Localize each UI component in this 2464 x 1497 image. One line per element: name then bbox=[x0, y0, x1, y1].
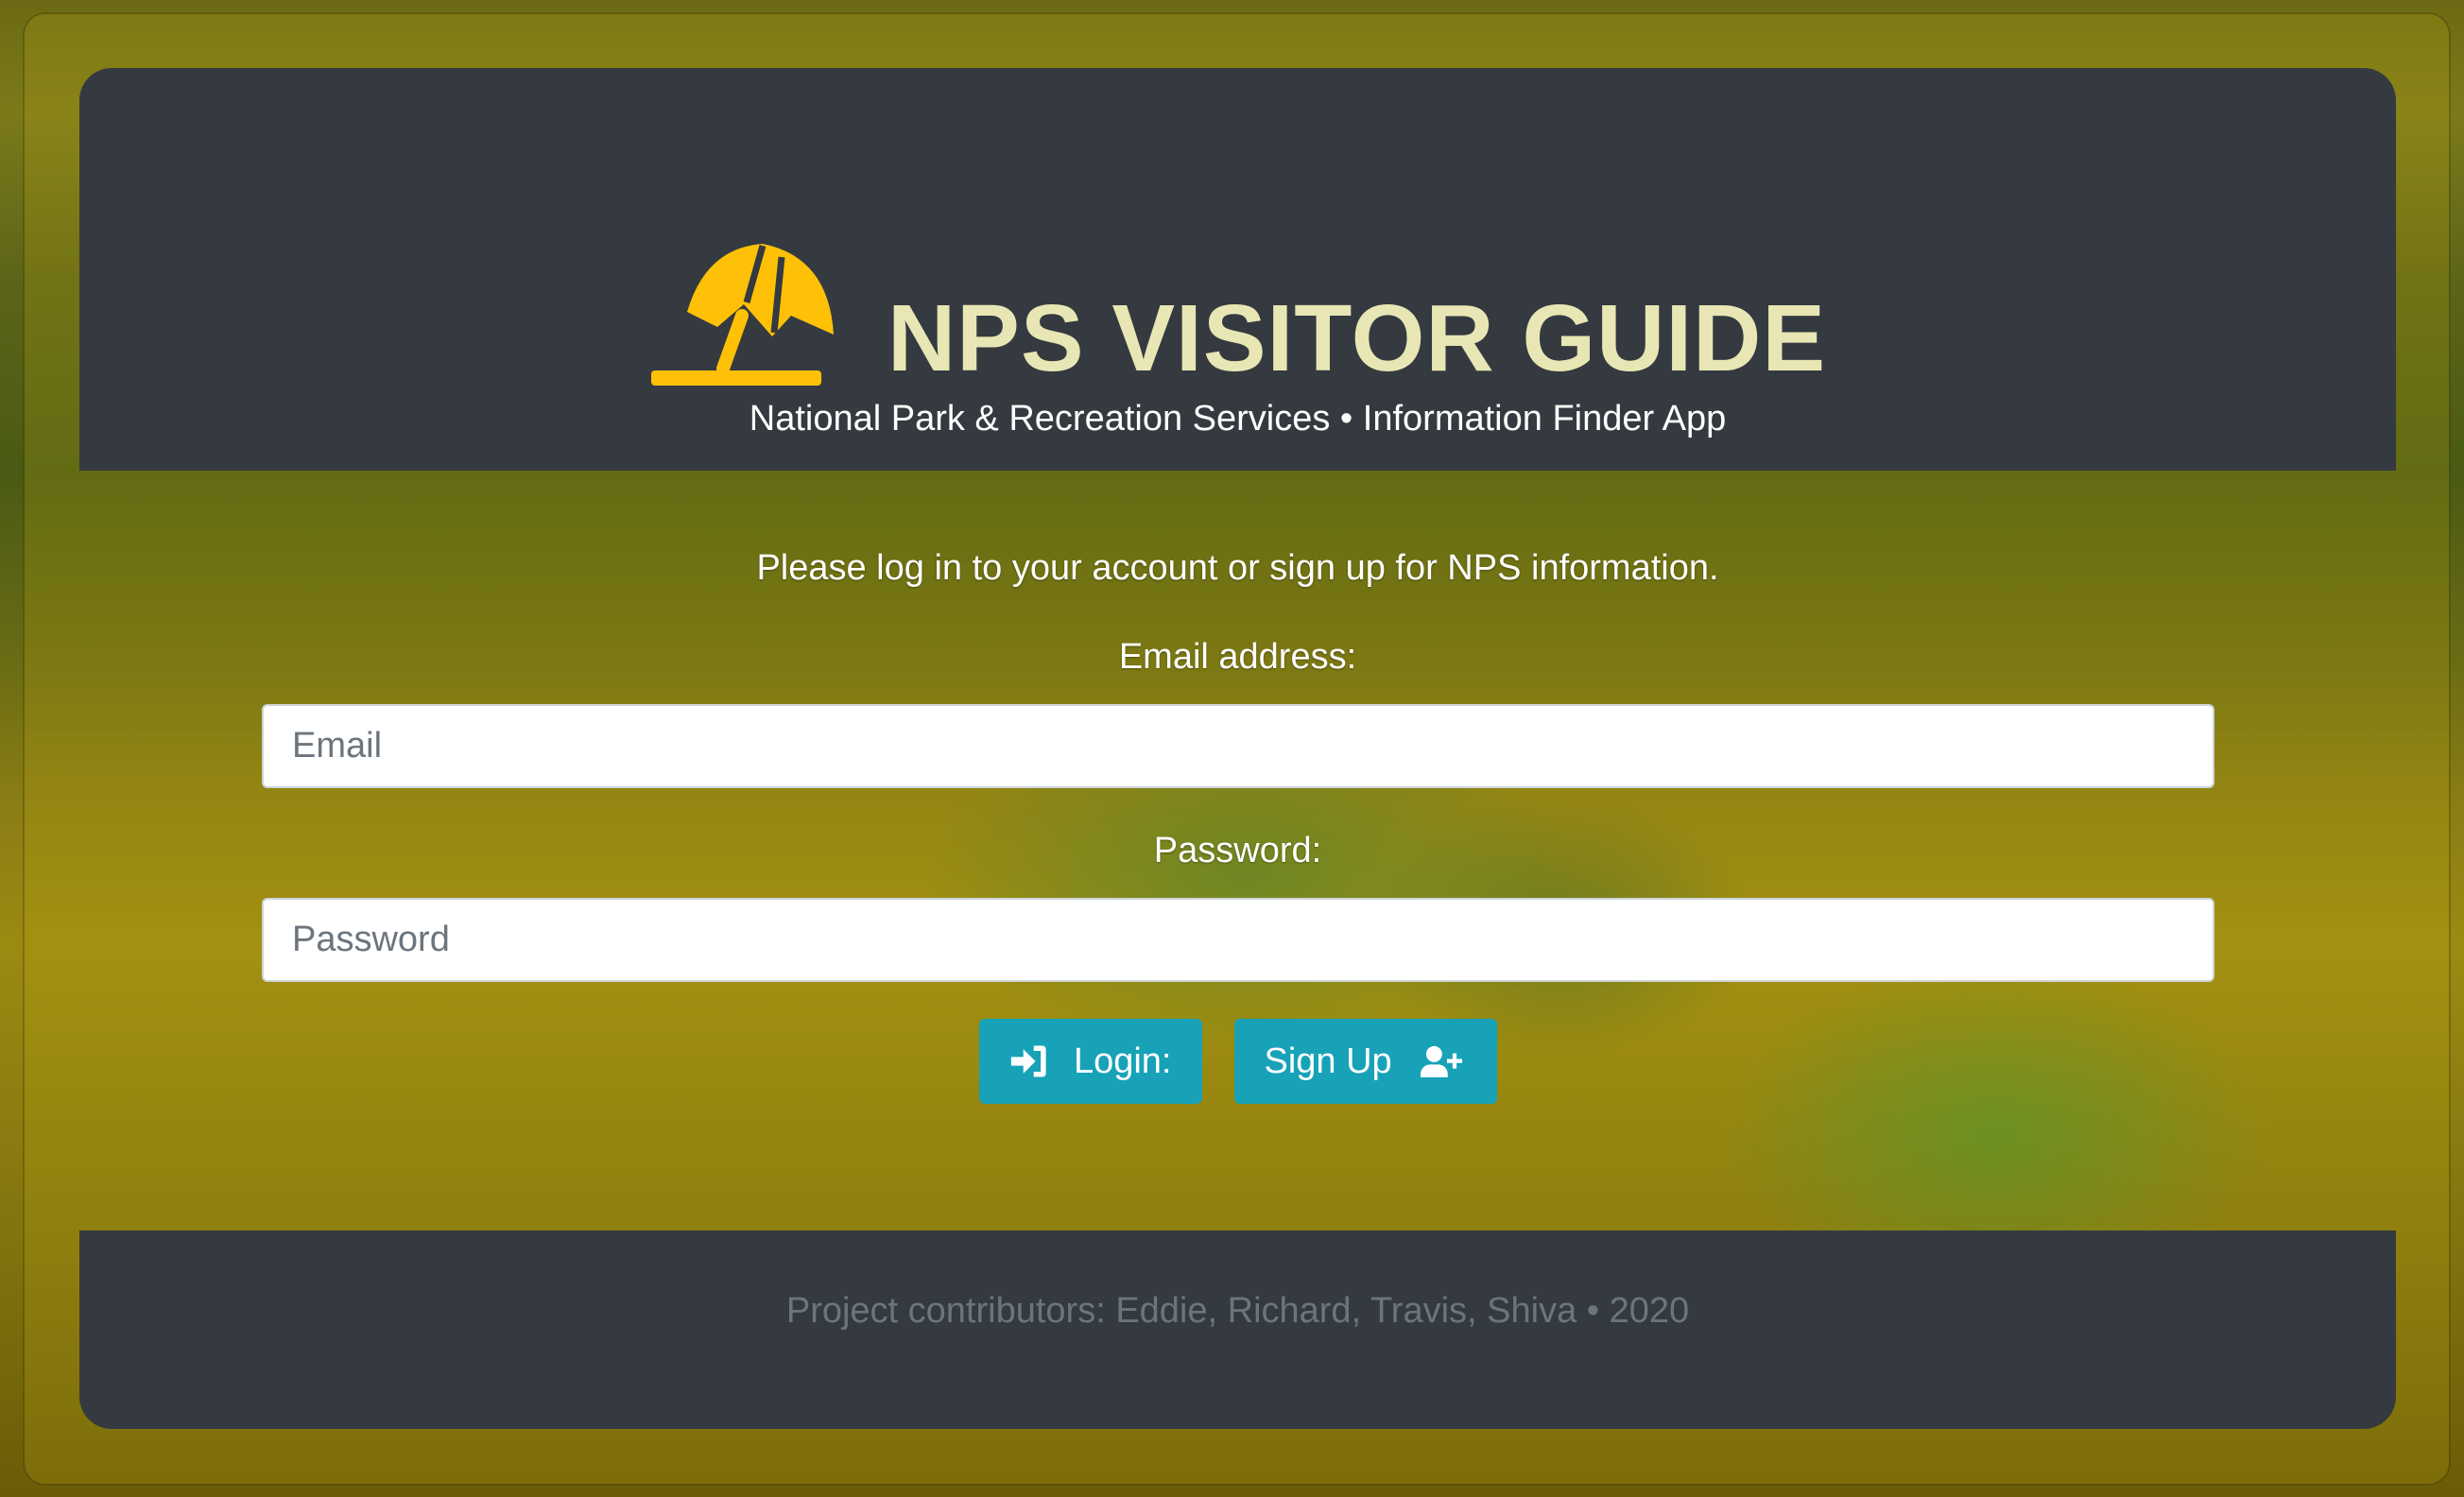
signup-label: Sign Up bbox=[1264, 1041, 1392, 1081]
footer-panel: Project contributors: Eddie, Richard, Tr… bbox=[79, 1230, 2396, 1429]
brand: NPS VISITOR GUIDE bbox=[79, 238, 2396, 389]
email-input[interactable] bbox=[262, 704, 2214, 788]
login-form: Please log in to your account or sign up… bbox=[79, 471, 2396, 1230]
signup-button[interactable]: Sign Up bbox=[1233, 1019, 1497, 1104]
login-button[interactable]: Login: bbox=[978, 1019, 1202, 1104]
footer-credits: Project contributors: Eddie, Richard, Tr… bbox=[785, 1291, 1690, 1331]
app-title: NPS VISITOR GUIDE bbox=[887, 285, 1827, 391]
intro-text: Please log in to your account or sign up… bbox=[756, 548, 1719, 588]
login-label: Login: bbox=[1073, 1041, 1172, 1081]
user-plus-icon bbox=[1420, 1045, 1462, 1077]
header-panel: NPS VISITOR GUIDE National Park & Recrea… bbox=[79, 68, 2396, 471]
password-input[interactable] bbox=[262, 898, 2214, 982]
password-label: Password: bbox=[1153, 831, 1322, 870]
email-label: Email address: bbox=[1118, 637, 1357, 677]
sign-in-icon bbox=[1010, 1045, 1046, 1077]
beach-umbrella-icon bbox=[650, 244, 834, 386]
action-buttons: Login: Sign Up bbox=[79, 1019, 2396, 1104]
app-subtitle: National Park & Recreation Services • In… bbox=[749, 399, 1727, 439]
